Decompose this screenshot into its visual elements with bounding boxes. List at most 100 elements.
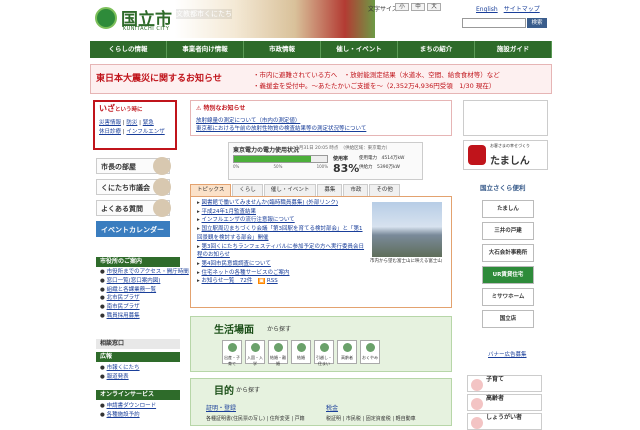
nav-events[interactable]: 催し・イベント <box>321 41 398 58</box>
press-release-link[interactable]: 報道発表 <box>107 374 129 380</box>
event-calendar-link[interactable]: イベントカレンダー <box>96 221 170 237</box>
tab-living[interactable]: くらし <box>232 184 263 196</box>
nav-living[interactable]: くらしの情報 <box>90 41 167 58</box>
topic-tabs: トピックス くらし 催し・イベント 募集 市政 その他 <box>190 184 401 196</box>
faq-link[interactable]: よくある質問 <box>96 199 171 217</box>
tab-topics[interactable]: トピックス <box>190 184 232 196</box>
nav-business[interactable]: 事業者向け情報 <box>167 41 244 58</box>
faq-icon <box>153 199 171 217</box>
sitemap-link[interactable]: サイトマップ <box>504 6 540 13</box>
holiday-clinic-link[interactable]: 休日診療 <box>99 129 121 135</box>
rnav-elderly[interactable]: 高齢者 <box>467 394 542 411</box>
life-marriage-button[interactable]: 結婚 <box>291 340 311 364</box>
south-plaza-link[interactable]: 南市民プラザ <box>107 304 140 310</box>
access-link[interactable]: 市役所までのアクセス・開庁時間 <box>107 269 189 275</box>
tax-link[interactable]: 税金 <box>326 403 338 412</box>
search-button[interactable]: 検索 <box>527 18 547 28</box>
rnav-childcare[interactable]: 子育て <box>467 375 542 392</box>
tab-admin[interactable]: 市政 <box>343 184 369 196</box>
organization-link[interactable]: 組織と各課業務一覧 <box>107 287 157 293</box>
city-hall-section-header: 市役所のご案内 <box>96 257 180 267</box>
list-item[interactable]: 住宅ネットの各種サービスのご案内 <box>202 270 290 276</box>
purpose-sub: から探す <box>236 387 261 394</box>
certificate-link[interactable]: 証明・登録 <box>206 403 236 412</box>
nav-city-intro[interactable]: まちの紹介 <box>398 41 475 58</box>
mount-fuji-photo[interactable] <box>372 202 442 257</box>
bosai-link[interactable]: 防災 <box>126 120 137 126</box>
ad-accounting[interactable]: 大石会計事務所 <box>482 244 534 262</box>
ad-misawa[interactable]: ミサワホーム <box>482 288 534 306</box>
list-item[interactable]: 国立駅周辺まちづくり会議「第3回駅を育てる検討部会」と「第1回景観を検討する部会… <box>197 226 363 241</box>
pr-section-header: 広報 <box>96 352 180 362</box>
north-plaza-link[interactable]: 北市民プラザ <box>107 295 140 301</box>
ad-section-title: 国立さくら便利 <box>480 184 526 192</box>
life-birth-button[interactable]: 出産・子育て <box>222 340 242 366</box>
ad-kunitachi-store[interactable]: 国立店 <box>482 310 534 328</box>
recruit-link[interactable]: 職員採用募集 <box>107 313 140 319</box>
warning-icon: ⚠ <box>196 105 202 112</box>
mayor-room-link[interactable]: 市長の部屋 <box>96 157 171 175</box>
ad-mitsui[interactable]: 三井の戸建 <box>482 222 534 240</box>
all-news-link[interactable]: お知らせ一覧 72件 <box>202 278 253 284</box>
topics-list: ▸ 図書館で働いてみませんか(臨時職員募集) (外部リンク) ▸ 平成24年1月… <box>197 200 365 285</box>
emergency-link[interactable]: 緊急 <box>143 120 154 126</box>
life-condolence-button[interactable]: おくやみ <box>360 340 380 364</box>
counter-link[interactable]: 窓口一覧(窓口案内図) <box>107 278 161 284</box>
city-council-link[interactable]: くにたち市議会 <box>96 178 171 196</box>
life-scene-sub: から探す <box>267 326 292 333</box>
power-supply: 供給力 5390万kW <box>359 165 401 170</box>
tab-other[interactable]: その他 <box>369 184 400 196</box>
life-moving-button[interactable]: 引越し・住まい <box>314 340 334 366</box>
earthquake-title[interactable]: 東日本大震災に関するお知らせ <box>96 71 222 84</box>
online-links: ● 申請書ダウンロード ● 各種施設予約 <box>100 403 157 418</box>
font-size-small-button[interactable]: 小 <box>395 3 409 11</box>
child-icon <box>471 379 483 391</box>
power-usage-fill <box>234 156 311 162</box>
rnav-disabled[interactable]: しょうがい者 <box>467 413 542 430</box>
consultation-section-header[interactable]: 相談窓口 <box>96 339 180 349</box>
tab-events[interactable]: 催し・イベント <box>263 184 317 196</box>
english-link[interactable]: English <box>476 6 498 13</box>
rss-icon[interactable]: ▣ <box>257 278 266 285</box>
earthquake-line-1[interactable]: ・市内に避難されている方へ ・放射能測定結果（水道水、空間、給食食材等）など <box>253 69 500 79</box>
list-item[interactable]: 第4回市民意識調査について <box>202 261 271 267</box>
life-school-button[interactable]: 入園・入学 <box>245 340 265 366</box>
list-item[interactable]: 第3回くにたちランフェスティバルに参加予定の方へ実行委員会日程のお知らせ <box>197 244 364 259</box>
radioactive-test-link[interactable]: 東京都における午前の放射性物質の検査結果等の測定状況等について <box>196 124 366 132</box>
city-hall-links: ● 市役所までのアクセス・開庁時間 ● 窓口一覧(窓口案内図) ● 組織と各課業… <box>100 269 189 319</box>
ad-tamashin[interactable]: たましん <box>482 200 534 218</box>
tab-recruit[interactable]: 募集 <box>317 184 343 196</box>
ad-ur[interactable]: UR賃貸住宅 <box>482 266 534 284</box>
life-elderly-button[interactable]: 高齢者 <box>337 340 357 364</box>
search-input[interactable] <box>462 18 526 28</box>
disaster-info-link[interactable]: 災害情報 <box>99 120 121 126</box>
city-newsletter-link[interactable]: 市報くにたち <box>107 365 140 371</box>
nav-facilities[interactable]: 施設ガイド <box>475 41 552 58</box>
list-item[interactable]: インフルエンザの流行注意報について <box>202 217 295 223</box>
certificate-sublinks[interactable]: 各種証明書(住民票の写し) | 住所変更 | 戸籍 <box>206 415 305 422</box>
disability-icon <box>471 417 483 429</box>
nav-city-admin[interactable]: 市政情報 <box>244 41 321 58</box>
list-item[interactable]: 平成24年1月監査結果 <box>202 209 257 215</box>
download-link[interactable]: 申請書ダウンロード <box>107 403 157 409</box>
list-item[interactable]: 図書館で働いてみませんか(臨時職員募集) (外部リンク) <box>202 200 339 206</box>
font-size-large-button[interactable]: 大 <box>427 3 441 11</box>
influenza-link[interactable]: インフルエンザ <box>126 129 164 135</box>
right-banner-top[interactable] <box>463 100 548 136</box>
earthquake-line-2[interactable]: ・義援金を受付中。〜あたたかいご支援を〜（2,352万4,936円受領 1/30… <box>253 80 495 90</box>
site-logo-sub: KUNITACHI CITY <box>123 26 170 32</box>
global-nav: くらしの情報 事業者向け情報 市政情報 催し・イベント まちの紹介 施設ガイド <box>90 41 552 58</box>
facility-reservation-link[interactable]: 各種施設予約 <box>107 412 140 418</box>
city-emblem-icon[interactable] <box>95 7 117 29</box>
power-usage-scale: 0% 50% 100% <box>233 164 328 169</box>
photo-caption: 市内から望む富士山に映える富士山 <box>370 259 442 264</box>
radiation-link[interactable]: 放射線量の測定について（市内の測定値） <box>196 116 300 124</box>
header-photo <box>175 0 375 38</box>
tax-sublinks[interactable]: 税証明 | 市民税 | 固定資産税 | 軽自動車 <box>326 415 416 422</box>
rss-link[interactable]: RSS <box>267 278 278 284</box>
font-size-medium-button[interactable]: 中 <box>411 3 425 11</box>
power-used: 使用電力 4514万kW <box>359 156 405 161</box>
tamashin-banner[interactable]: お客さまの幸せづくり たましん <box>463 140 548 170</box>
life-divorce-button[interactable]: 結婚・離婚 <box>268 340 288 366</box>
banner-ad-recruit-link[interactable]: バナー広告募集 <box>488 350 527 358</box>
